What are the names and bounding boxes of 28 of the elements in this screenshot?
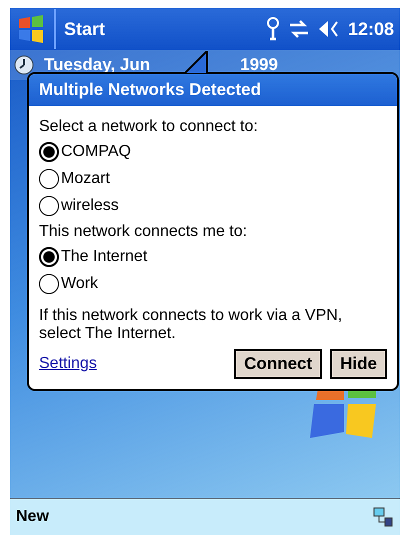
radio-button[interactable] <box>39 246 59 266</box>
radio-button[interactable] <box>39 142 59 162</box>
radio-option[interactable]: Work <box>39 270 387 297</box>
start-label[interactable]: Start <box>64 18 106 40</box>
settings-link[interactable]: Settings <box>39 355 97 373</box>
vpn-note: If this network connects to work via a VPN, select The Internet. <box>39 307 344 343</box>
date-text: Tuesday, Jun <box>44 55 150 75</box>
radio-option[interactable]: Mozart <box>39 165 387 192</box>
radio-option[interactable]: wireless <box>39 192 387 219</box>
speaker-icon[interactable] <box>318 19 340 39</box>
clock-time[interactable]: 12:08 <box>348 18 394 40</box>
radio-option[interactable]: The Internet <box>39 243 387 270</box>
dialog-title: Multiple Networks Detected <box>29 74 397 106</box>
clock-icon <box>14 55 34 75</box>
date-year: 1999 <box>240 55 278 75</box>
radio-option[interactable]: COMPAQ <box>39 138 387 165</box>
radio-button[interactable] <box>39 274 59 294</box>
network-prompt: Select a network to connect to: <box>39 118 259 136</box>
connect-button[interactable]: Connect <box>234 349 322 379</box>
radio-button[interactable] <box>39 196 59 216</box>
destination-prompt: This network connects me to: <box>39 223 248 241</box>
hide-button[interactable]: Hide <box>330 349 387 379</box>
windows-flag-icon[interactable] <box>16 14 46 44</box>
antenna-icon[interactable] <box>266 17 280 41</box>
network-computer-icon[interactable] <box>372 507 394 527</box>
radio-button[interactable] <box>39 168 59 188</box>
new-menu[interactable]: New <box>16 508 49 526</box>
connectivity-arrows-icon[interactable] <box>288 19 310 39</box>
